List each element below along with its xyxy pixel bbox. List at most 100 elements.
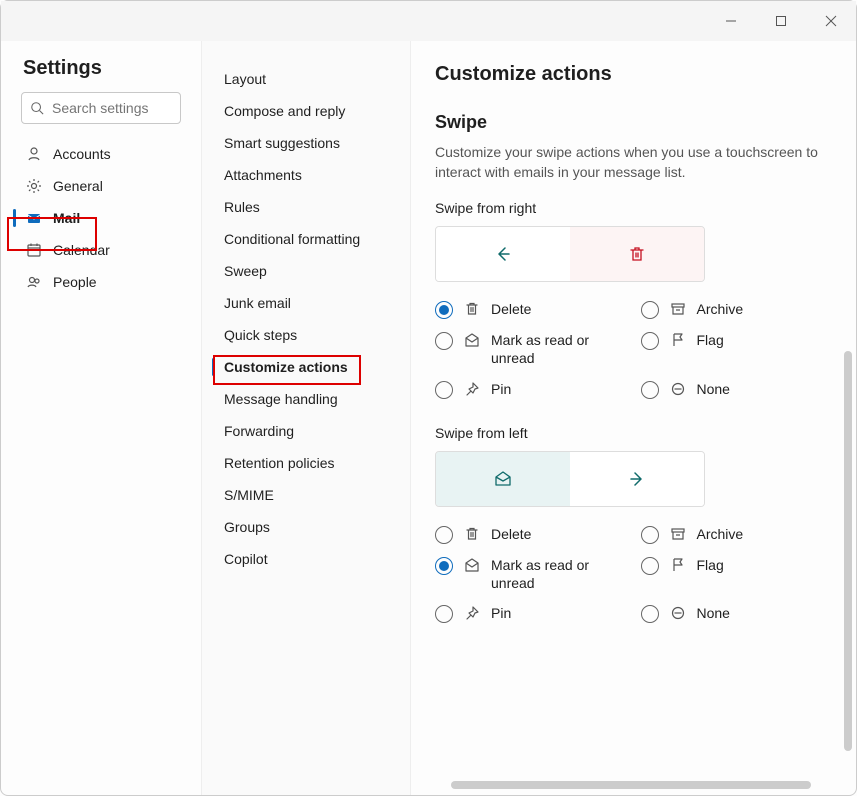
radio-label: Pin bbox=[491, 604, 511, 622]
radio-button[interactable] bbox=[435, 301, 453, 319]
radio-label: Delete bbox=[491, 525, 531, 543]
nav-item-retention-policies[interactable]: Retention policies bbox=[202, 447, 410, 479]
nav-item-message-handling[interactable]: Message handling bbox=[202, 383, 410, 415]
sidebar-item-mail[interactable]: Mail bbox=[1, 202, 201, 234]
people-icon bbox=[25, 274, 43, 290]
gear-icon bbox=[25, 178, 43, 194]
swipe-left-option-flag[interactable]: Flag bbox=[641, 556, 833, 592]
sidebar-item-people[interactable]: People bbox=[1, 266, 201, 298]
nav-item-label: Layout bbox=[224, 71, 266, 87]
radio-button[interactable] bbox=[641, 526, 659, 544]
sidebar-item-label: Calendar bbox=[53, 242, 110, 258]
nav-item-compose-and-reply[interactable]: Compose and reply bbox=[202, 95, 410, 127]
sidebar-item-label: General bbox=[53, 178, 103, 194]
radio-button[interactable] bbox=[435, 605, 453, 623]
main-content: Customize actions Swipe Customize your s… bbox=[411, 41, 856, 795]
nav-item-attachments[interactable]: Attachments bbox=[202, 159, 410, 191]
radio-label: Flag bbox=[697, 331, 724, 349]
nav-item-forwarding[interactable]: Forwarding bbox=[202, 415, 410, 447]
swipe-right-label: Swipe from right bbox=[435, 200, 832, 216]
swipe-left-option-pin[interactable]: Pin bbox=[435, 604, 627, 623]
pin-icon bbox=[463, 381, 481, 397]
nav-item-layout[interactable]: Layout bbox=[202, 63, 410, 95]
radio-label: Flag bbox=[697, 556, 724, 574]
mail-settings-nav: Layout Compose and reply Smart suggestions… bbox=[201, 41, 411, 795]
flag-icon bbox=[669, 557, 687, 573]
nav-item-copilot[interactable]: Copilot bbox=[202, 543, 410, 575]
radio-label: Pin bbox=[491, 380, 511, 398]
radio-button[interactable] bbox=[641, 557, 659, 575]
radio-button[interactable] bbox=[435, 557, 453, 575]
radio-label: Mark as read or unread bbox=[491, 331, 627, 367]
radio-button[interactable] bbox=[435, 381, 453, 399]
radio-button[interactable] bbox=[641, 381, 659, 399]
radio-button[interactable] bbox=[641, 301, 659, 319]
swipe-left-option-delete[interactable]: Delete bbox=[435, 525, 627, 544]
swipe-left-option-none[interactable]: None bbox=[641, 604, 833, 623]
sidebar-item-general[interactable]: General bbox=[1, 170, 201, 202]
nav-item-smart-suggestions[interactable]: Smart suggestions bbox=[202, 127, 410, 159]
archive-icon bbox=[669, 301, 687, 317]
user-icon bbox=[25, 146, 43, 162]
search-icon bbox=[30, 101, 44, 115]
maximize-button[interactable] bbox=[766, 6, 796, 36]
trash-icon bbox=[463, 526, 481, 542]
nav-item-quick-steps[interactable]: Quick steps bbox=[202, 319, 410, 351]
nav-item-junk-email[interactable]: Junk email bbox=[202, 287, 410, 319]
nav-item-label: Groups bbox=[224, 519, 270, 535]
minimize-button[interactable] bbox=[716, 6, 746, 36]
none-icon bbox=[669, 381, 687, 397]
sidebar-item-accounts[interactable]: Accounts bbox=[1, 138, 201, 170]
mail-open-icon bbox=[436, 452, 570, 506]
nav-item-s-mime[interactable]: S/MIME bbox=[202, 479, 410, 511]
radio-label: Archive bbox=[697, 300, 744, 318]
swipe-left-option-archive[interactable]: Archive bbox=[641, 525, 833, 544]
swipe-right-option-delete[interactable]: Delete bbox=[435, 300, 627, 319]
archive-icon bbox=[669, 526, 687, 542]
radio-button[interactable] bbox=[435, 526, 453, 544]
swipe-right-option-none[interactable]: None bbox=[641, 380, 833, 399]
nav-item-customize-actions[interactable]: Customize actions bbox=[202, 351, 410, 383]
window-titlebar bbox=[1, 1, 856, 41]
nav-item-label: Attachments bbox=[224, 167, 302, 183]
nav-item-conditional-formatting[interactable]: Conditional formatting bbox=[202, 223, 410, 255]
close-button[interactable] bbox=[816, 6, 846, 36]
radio-button[interactable] bbox=[435, 332, 453, 350]
nav-item-label: Sweep bbox=[224, 263, 267, 279]
swipe-description: Customize your swipe actions when you us… bbox=[435, 143, 832, 182]
nav-item-sweep[interactable]: Sweep bbox=[202, 255, 410, 287]
swipe-left-option-mark-as-read-or-unread[interactable]: Mark as read or unread bbox=[435, 556, 627, 592]
mail-icon bbox=[25, 210, 43, 226]
sidebar-item-label: Accounts bbox=[53, 146, 111, 162]
search-input[interactable] bbox=[21, 92, 181, 124]
swipe-section-title: Swipe bbox=[435, 112, 832, 133]
swipe-right-options: Delete Archive Mark as read or unread Flag P… bbox=[435, 300, 832, 398]
arrow-left-icon bbox=[436, 227, 570, 281]
nav-item-label: Customize actions bbox=[224, 359, 348, 375]
radio-button[interactable] bbox=[641, 332, 659, 350]
nav-item-label: Conditional formatting bbox=[224, 231, 360, 247]
nav-item-rules[interactable]: Rules bbox=[202, 191, 410, 223]
swipe-right-option-archive[interactable]: Archive bbox=[641, 300, 833, 319]
horizontal-scrollbar[interactable] bbox=[451, 781, 811, 789]
nav-item-label: S/MIME bbox=[224, 487, 274, 503]
swipe-right-option-pin[interactable]: Pin bbox=[435, 380, 627, 399]
sidebar-item-calendar[interactable]: Calendar bbox=[1, 234, 201, 266]
swipe-right-preview bbox=[435, 226, 705, 282]
nav-item-label: Rules bbox=[224, 199, 260, 215]
nav-item-groups[interactable]: Groups bbox=[202, 511, 410, 543]
sidebar-item-label: People bbox=[53, 274, 97, 290]
swipe-right-option-flag[interactable]: Flag bbox=[641, 331, 833, 367]
arrow-right-icon bbox=[570, 452, 704, 506]
nav-item-label: Smart suggestions bbox=[224, 135, 340, 151]
nav-item-label: Quick steps bbox=[224, 327, 297, 343]
nav-item-label: Copilot bbox=[224, 551, 268, 567]
swipe-right-option-mark-as-read-or-unread[interactable]: Mark as read or unread bbox=[435, 331, 627, 367]
settings-sidebar: Settings AccountsGeneralMailCalendarPeop… bbox=[1, 41, 201, 795]
vertical-scrollbar[interactable] bbox=[844, 351, 852, 751]
radio-label: Archive bbox=[697, 525, 744, 543]
nav-item-label: Junk email bbox=[224, 295, 291, 311]
mail-open-icon bbox=[463, 557, 481, 573]
radio-button[interactable] bbox=[641, 605, 659, 623]
radio-label: None bbox=[697, 380, 730, 398]
